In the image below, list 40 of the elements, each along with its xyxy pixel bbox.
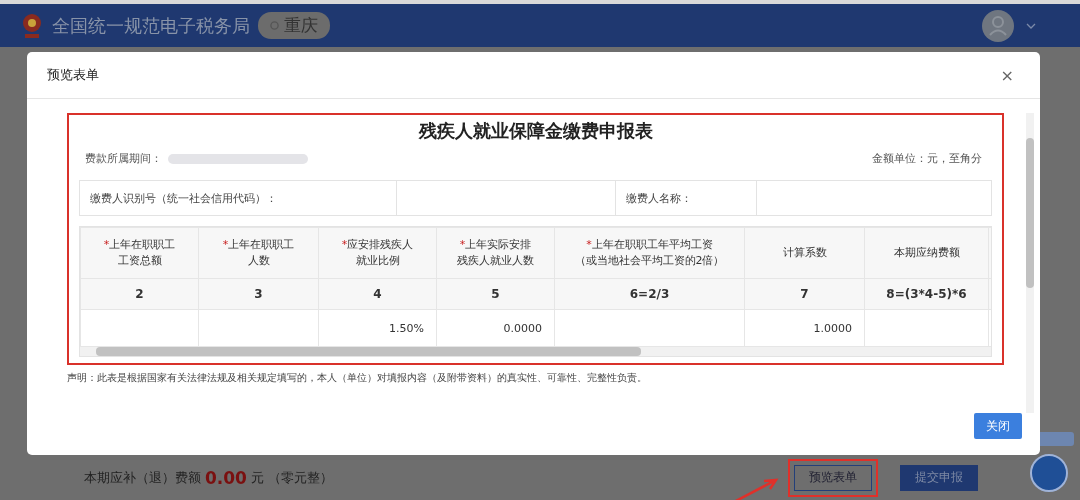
amount-unit: 元 xyxy=(250,468,264,487)
table-cell: 1.50% xyxy=(389,321,424,335)
column-number: 5 xyxy=(436,278,555,310)
amount-label: 本期应补（退）费额 xyxy=(84,468,201,487)
payer-id-label: 缴费人识别号（统一社会信用代码）： xyxy=(89,190,278,207)
table-cell: 1.0000 xyxy=(813,321,852,335)
region-button[interactable]: 重庆 xyxy=(258,12,330,39)
preview-button[interactable]: 预览表单 xyxy=(794,464,872,491)
avatar-icon[interactable] xyxy=(982,9,1014,42)
emblem-icon xyxy=(20,11,44,40)
declaration-text: 声明：此表是根据国家有关法律法规及相关规定填写的，本人（单位）对填报内容（及附带资料）的真实性、可靠性、完整性负责。 xyxy=(67,371,648,385)
form-title: 残疾人就业保障金缴费申报表 xyxy=(417,119,654,143)
column-header: *上年在职职工 人数 xyxy=(198,227,319,279)
column-number: 3 xyxy=(198,278,319,310)
column-number: 4 xyxy=(318,278,437,310)
column-number: 6=2/3 xyxy=(554,278,745,310)
period-label: 费款所属期间： xyxy=(85,151,162,166)
payer-name-label: 缴费人名称： xyxy=(625,190,693,207)
table-cell: 0.0000 xyxy=(503,321,542,335)
column-header: *上年实际安排 残疾人就业人数 xyxy=(436,227,555,279)
scrollbar-thumb[interactable] xyxy=(1026,138,1034,288)
column-header: *上年在职职工 工资总额 xyxy=(80,227,199,279)
amount-value: 0.00 xyxy=(205,467,247,488)
column-header: *上年在职职工年平均工资 （或当地社会平均工资的2倍） xyxy=(554,227,745,279)
column-number: 8=(3*4-5)*6 xyxy=(864,278,989,310)
column-number: 7 xyxy=(744,278,865,310)
amount-in-words: （零元整） xyxy=(267,468,333,487)
chevron-down-icon[interactable] xyxy=(1026,22,1036,29)
close-button[interactable]: × xyxy=(994,64,1020,86)
unit-note: 金额单位：元，至角分 xyxy=(872,151,982,166)
scrollbar-thumb[interactable] xyxy=(96,347,641,356)
payer-id-field[interactable] xyxy=(396,181,616,215)
dialog-title: 预览表单 xyxy=(47,66,100,84)
column-header: 本期应纳费额 xyxy=(864,227,989,279)
column-number: 2 xyxy=(80,278,199,310)
submit-button[interactable]: 提交申报 xyxy=(900,464,978,491)
close-button[interactable]: 关闭 xyxy=(974,413,1022,439)
site-title: 全国统一规范电子税务局 xyxy=(52,13,250,38)
column-header: *应安排残疾人 就业比例 xyxy=(318,227,437,279)
column-header: 计算系数 xyxy=(744,227,865,279)
